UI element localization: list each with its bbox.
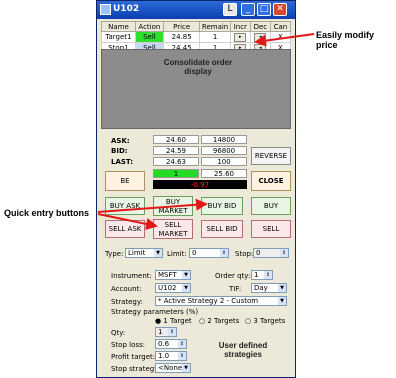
arrow-modify-price [254,33,315,47]
arrow-quick-entry-bottom [97,213,158,230]
annotation-arrows [97,33,315,230]
arrow-quick-entry-top [97,198,208,213]
